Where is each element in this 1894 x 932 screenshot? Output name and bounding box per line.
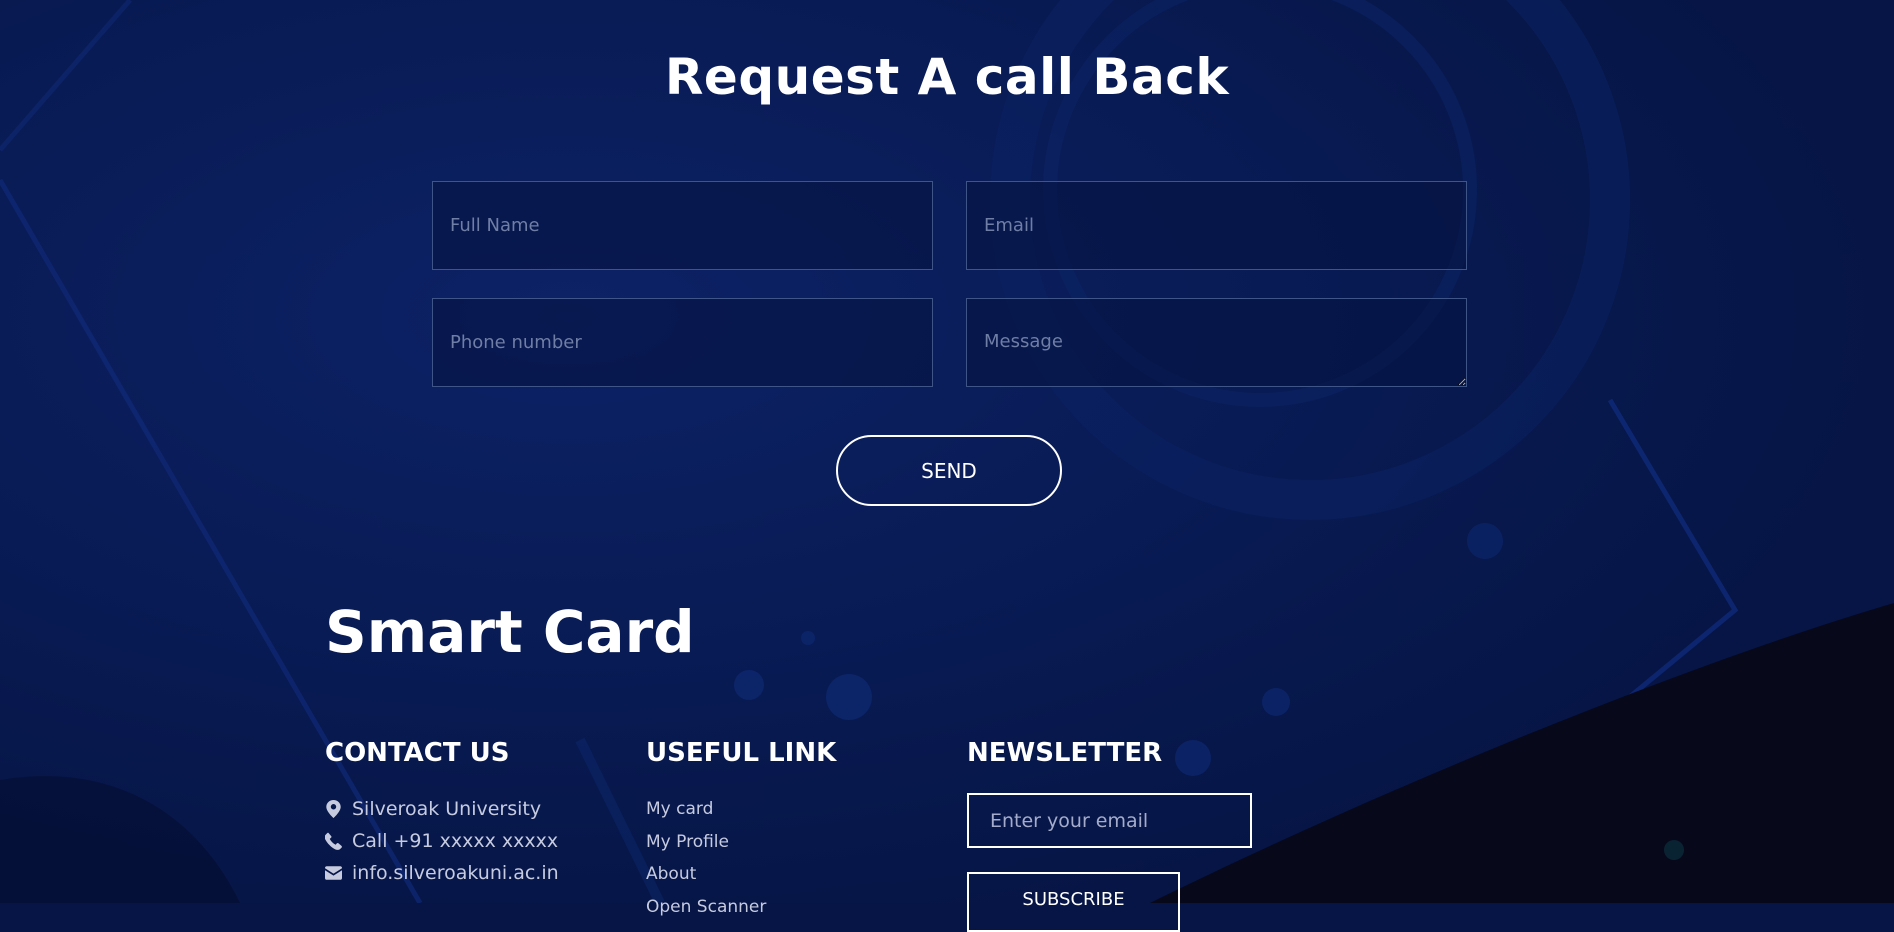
list-item: About — [646, 858, 766, 891]
about-link[interactable]: About — [646, 864, 696, 884]
list-item: My Profile — [646, 826, 766, 859]
contact-email: info.silveroakuni.ac.in — [325, 857, 559, 889]
useful-links-list: My card My Profile About Open Scanner — [646, 793, 766, 923]
contact-email-text: info.silveroakuni.ac.in — [352, 862, 559, 884]
callback-title: Request A call Back — [664, 48, 1230, 106]
contact-address-text: Silveroak University — [352, 798, 542, 820]
list-item: Open Scanner — [646, 891, 766, 924]
list-item: My card — [646, 793, 766, 826]
contact-phone-text: Call +91 xxxxx xxxxx — [352, 830, 559, 852]
email-input[interactable] — [966, 181, 1467, 270]
contact-us-heading: CONTACT US — [325, 738, 510, 768]
phone-icon — [325, 832, 342, 850]
open-scanner-link[interactable]: Open Scanner — [646, 897, 766, 917]
full-name-input[interactable] — [432, 181, 933, 270]
newsletter-email-input[interactable] — [967, 793, 1252, 848]
message-textarea[interactable] — [966, 298, 1467, 387]
contact-phone: Call +91 xxxxx xxxxx — [325, 825, 559, 857]
my-profile-link[interactable]: My Profile — [646, 832, 729, 852]
my-card-link[interactable]: My card — [646, 799, 713, 819]
footer-brand: Smart Card — [325, 598, 695, 666]
phone-input[interactable] — [432, 298, 933, 387]
contact-list: Silveroak University Call +91 xxxxx xxxx… — [325, 793, 559, 889]
subscribe-button[interactable]: SUBSCRIBE — [967, 872, 1180, 932]
newsletter-heading: NEWSLETTER — [967, 738, 1163, 768]
envelope-icon — [325, 866, 342, 880]
map-pin-icon — [326, 800, 341, 818]
contact-address: Silveroak University — [325, 793, 559, 825]
useful-link-heading: USEFUL LINK — [646, 738, 837, 768]
send-button[interactable]: SEND — [836, 435, 1062, 506]
